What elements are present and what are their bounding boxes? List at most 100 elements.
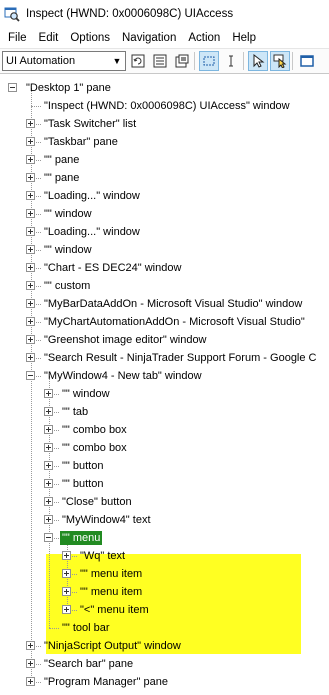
tree-node-selected[interactable]: "" menu	[60, 531, 102, 545]
tree-node[interactable]: "" window	[42, 243, 94, 257]
tree-node[interactable]: "" combo box	[60, 423, 129, 437]
expand-icon[interactable]	[44, 497, 53, 506]
tree-node[interactable]: "MyBarDataAddOn - Microsoft Visual Studi…	[42, 297, 304, 311]
menu-navigation[interactable]: Navigation	[116, 32, 182, 44]
tree-node[interactable]: "" pane	[42, 153, 81, 167]
menu-edit[interactable]: Edit	[33, 32, 65, 44]
expand-icon[interactable]	[26, 119, 35, 128]
tree-node[interactable]: "Program Manager" pane	[42, 675, 170, 689]
tree-node[interactable]: "Task Switcher" list	[42, 117, 138, 131]
highlight-rect-icon	[202, 54, 216, 68]
expand-icon[interactable]	[26, 317, 35, 326]
toolbar-separator	[292, 52, 293, 70]
window-button[interactable]	[297, 51, 317, 71]
expand-icon[interactable]	[62, 587, 71, 596]
tree-node[interactable]: "Greenshot image editor" window	[42, 333, 209, 347]
expand-icon[interactable]	[26, 263, 35, 272]
highlight-rect-button[interactable]	[199, 51, 219, 71]
expand-icon[interactable]	[26, 659, 35, 668]
view-list-button[interactable]	[150, 51, 170, 71]
mode-select-value: UI Automation	[6, 55, 75, 67]
tree-node[interactable]: "" window	[42, 207, 94, 221]
tree-node[interactable]: "Chart - ES DEC24" window	[42, 261, 183, 275]
toolbar-separator	[243, 52, 244, 70]
menu-action[interactable]: Action	[182, 32, 226, 44]
expand-icon[interactable]	[44, 425, 53, 434]
tree-node[interactable]: "" button	[60, 477, 105, 491]
expand-icon[interactable]	[26, 173, 35, 182]
tree-node[interactable]: "" button	[60, 459, 105, 473]
expand-icon[interactable]	[26, 227, 35, 236]
expand-icon[interactable]	[62, 605, 71, 614]
view-list-icon	[153, 54, 167, 68]
expand-icon[interactable]	[44, 407, 53, 416]
title-bar: Inspect (HWND: 0x0006098C) UIAccess	[0, 0, 329, 28]
expand-icon[interactable]	[26, 191, 35, 200]
tree-guide-line	[49, 628, 59, 629]
caret-button[interactable]	[221, 51, 241, 71]
tree-node[interactable]: "" tool bar	[60, 621, 112, 635]
pointer-button[interactable]	[248, 51, 268, 71]
collapse-icon[interactable]	[44, 533, 53, 542]
tree-node[interactable]: "" pane	[42, 171, 81, 185]
expand-icon[interactable]	[44, 479, 53, 488]
collapse-icon[interactable]	[26, 371, 35, 380]
expand-icon[interactable]	[26, 209, 35, 218]
expand-icon[interactable]	[26, 641, 35, 650]
focus-pointer-button[interactable]	[270, 51, 290, 71]
tree-node[interactable]: "MyWindow4 - New tab" window	[42, 369, 204, 383]
tree-node[interactable]: "" menu item	[78, 567, 144, 581]
tree-node[interactable]: "NinjaScript Output" window	[42, 639, 183, 653]
tree-node[interactable]: "MyChartAutomationAddOn - Microsoft Visu…	[42, 315, 307, 329]
chevron-down-icon[interactable]: ▼	[109, 56, 125, 66]
focus-pointer-icon	[273, 54, 287, 68]
tree-node[interactable]: "Wq" text	[78, 549, 127, 563]
view-properties-button[interactable]	[172, 51, 192, 71]
tree-node[interactable]: "Loading..." window	[42, 225, 142, 239]
expand-icon[interactable]	[26, 281, 35, 290]
expand-icon[interactable]	[26, 245, 35, 254]
expand-icon[interactable]	[26, 155, 35, 164]
window-title: Inspect (HWND: 0x0006098C) UIAccess	[26, 8, 233, 20]
expand-icon[interactable]	[44, 443, 53, 452]
expand-icon[interactable]	[44, 515, 53, 524]
tree-node[interactable]: "Desktop 1" pane	[24, 81, 113, 95]
toolbar: UI Automation ▼	[0, 48, 329, 74]
menu-bar: File Edit Options Navigation Action Help	[0, 28, 329, 48]
tree-node[interactable]: "" tab	[60, 405, 90, 419]
tree-node[interactable]: "Search Result - NinjaTrader Support For…	[42, 351, 319, 365]
expand-icon[interactable]	[62, 569, 71, 578]
tree-node[interactable]: "Close" button	[60, 495, 134, 509]
mode-select[interactable]: UI Automation ▼	[2, 51, 126, 71]
expand-icon[interactable]	[44, 389, 53, 398]
tree-node[interactable]: "Taskbar" pane	[42, 135, 120, 149]
element-tree[interactable]: "Desktop 1" pane "Inspect (HWND: 0x000609…	[0, 74, 329, 693]
expand-icon[interactable]	[26, 137, 35, 146]
tree-node[interactable]: "" window	[60, 387, 112, 401]
tree-node[interactable]: "MyWindow4" text	[60, 513, 153, 527]
tree-node[interactable]: "Search bar" pane	[42, 657, 135, 671]
expand-icon[interactable]	[26, 299, 35, 308]
tree-node[interactable]: "" menu item	[78, 585, 144, 599]
toolbar-separator	[194, 52, 195, 70]
tree-node[interactable]: "" custom	[42, 279, 92, 293]
expand-icon[interactable]	[44, 461, 53, 470]
expand-icon[interactable]	[62, 551, 71, 560]
tree-node[interactable]: "<" menu item	[78, 603, 151, 617]
refresh-button[interactable]	[128, 51, 148, 71]
expand-icon[interactable]	[26, 335, 35, 344]
magnifier-icon	[4, 6, 20, 22]
tree-node[interactable]: "Inspect (HWND: 0x0006098C) UIAccess" wi…	[42, 99, 292, 113]
collapse-icon[interactable]	[8, 83, 17, 92]
refresh-icon	[131, 54, 145, 68]
tree-node[interactable]: "" combo box	[60, 441, 129, 455]
menu-options[interactable]: Options	[64, 32, 116, 44]
expand-icon[interactable]	[26, 677, 35, 686]
menu-help[interactable]: Help	[226, 32, 262, 44]
window-icon	[300, 54, 314, 68]
menu-file[interactable]: File	[2, 32, 33, 44]
expand-icon[interactable]	[26, 353, 35, 362]
pointer-icon	[251, 54, 265, 68]
tree-node[interactable]: "Loading..." window	[42, 189, 142, 203]
tree-guide-line	[31, 106, 41, 107]
